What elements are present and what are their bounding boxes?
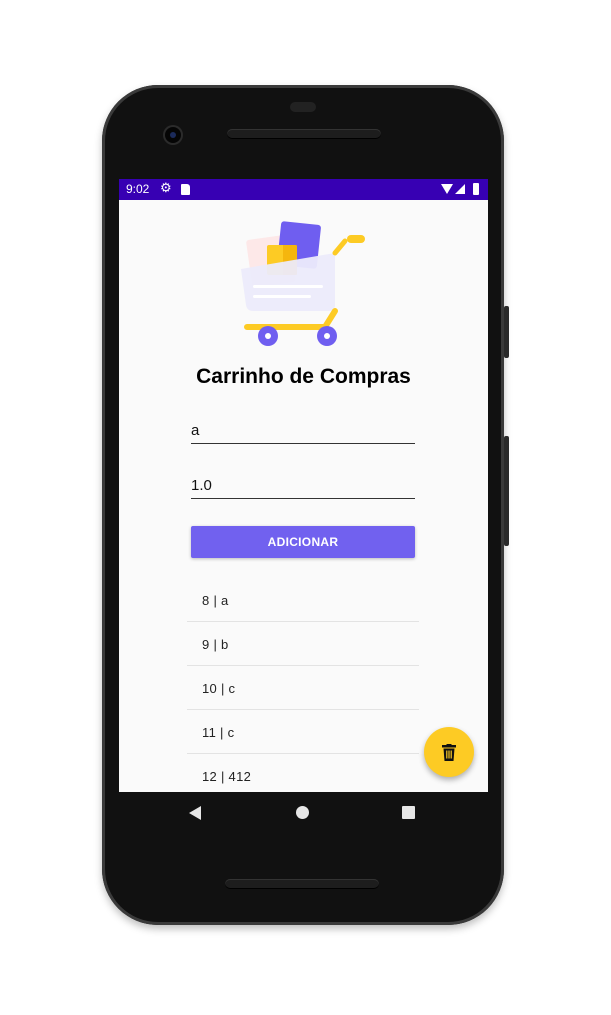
list-item-label: 11 | c — [202, 725, 235, 740]
page-title: Carrinho de Compras — [196, 365, 411, 388]
list-item-label: 8 | a — [202, 593, 229, 608]
list-item[interactable]: 10 | c — [187, 666, 419, 710]
list-item[interactable]: 12 | 412 — [187, 754, 419, 792]
app-screen: 9:02 ⚙ Carrinho de Compras ADICIONAR — [119, 179, 488, 792]
home-icon[interactable] — [296, 806, 309, 819]
recents-icon[interactable] — [402, 806, 415, 819]
list-item[interactable]: 8 | a — [187, 578, 419, 622]
cart-list: 8 | a 9 | b 10 | c 11 | c 12 | 412 — [187, 578, 419, 792]
navigation-bar — [119, 792, 488, 834]
battery-icon — [473, 183, 479, 195]
item-name-input[interactable] — [191, 422, 415, 444]
list-item[interactable]: 11 | c — [187, 710, 419, 754]
list-item-label: 9 | b — [202, 637, 229, 652]
bottom-speaker — [225, 879, 379, 889]
wifi-icon — [441, 184, 453, 194]
trash-icon — [442, 743, 456, 761]
status-bar: 9:02 ⚙ — [119, 179, 488, 200]
top-speaker — [227, 129, 381, 139]
volume-button — [504, 436, 509, 546]
gear-icon: ⚙ — [160, 180, 172, 195]
status-time: 9:02 — [126, 182, 150, 196]
back-icon[interactable] — [189, 806, 201, 820]
shopping-cart-logo — [239, 219, 369, 354]
list-item[interactable]: 9 | b — [187, 622, 419, 666]
list-item-label: 12 | 412 — [202, 769, 252, 784]
item-price-input[interactable] — [191, 477, 415, 499]
front-camera — [165, 127, 181, 143]
delete-fab-button[interactable] — [424, 727, 474, 777]
sd-card-icon — [181, 184, 190, 195]
signal-icon — [455, 184, 465, 194]
add-button[interactable]: ADICIONAR — [191, 526, 415, 558]
list-item-label: 10 | c — [202, 681, 236, 696]
power-button — [504, 306, 509, 358]
sensor — [290, 102, 316, 112]
